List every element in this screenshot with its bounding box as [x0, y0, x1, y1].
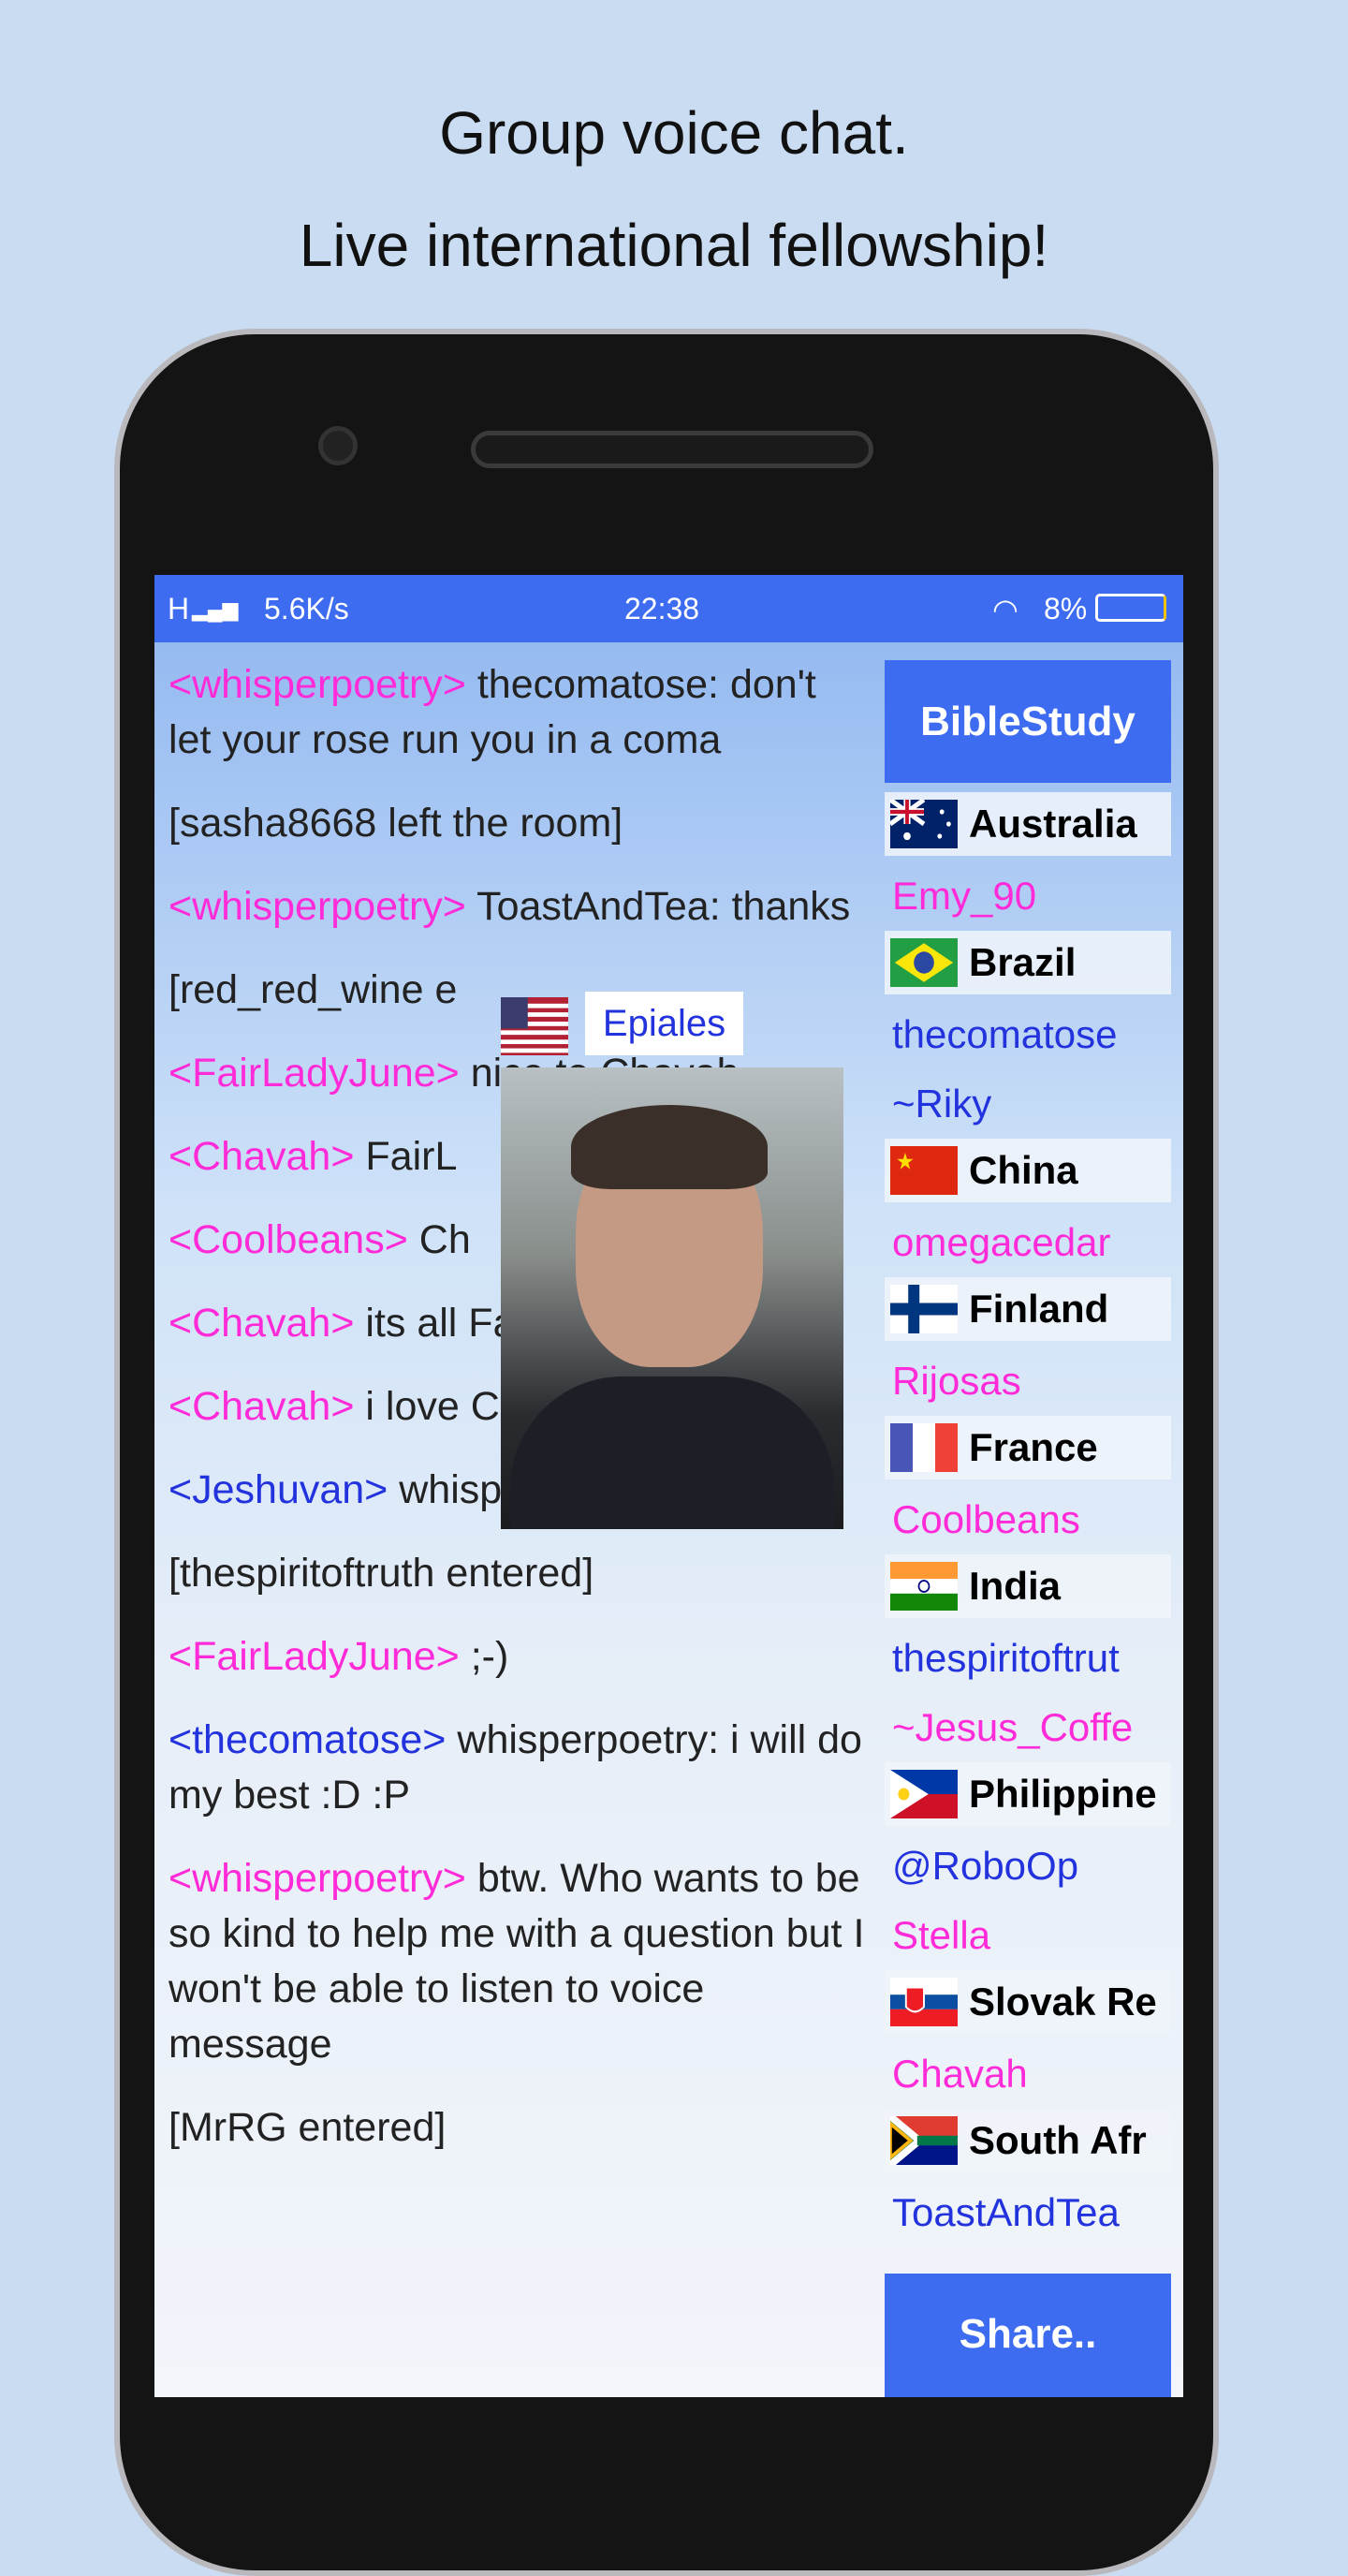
user-list-item[interactable]: ~Riky — [885, 1069, 1171, 1139]
app-screen: H ▂▄▆ 5.6K/s 22:38 ◠ 8% <whisperpoetry> … — [154, 575, 1183, 2397]
chat-nick[interactable]: <Coolbeans> — [168, 1217, 408, 1262]
camera-icon — [318, 426, 358, 465]
chat-text: [thespiritoftruth entered] — [168, 1551, 594, 1596]
user-list[interactable]: BibleStudy Australia Emy_90 Brazil thecomat… — [885, 660, 1171, 2247]
chat-nick[interactable]: <thecomatose> — [168, 1717, 446, 1762]
status-bar: H ▂▄▆ 5.6K/s 22:38 ◠ 8% — [154, 575, 1183, 642]
chat-message: <whisperpoetry> thecomatose: don't let y… — [168, 657, 866, 768]
user-list-item[interactable]: @RoboOp — [885, 1832, 1171, 1901]
svg-text:★: ★ — [897, 1152, 913, 1173]
country-header: Philippine — [885, 1762, 1171, 1826]
chat-nick[interactable]: <FairLadyJune> — [168, 1634, 460, 1679]
chat-text: Ch — [407, 1217, 471, 1262]
chat-message: <FairLadyJune> ;-) — [168, 1629, 866, 1685]
wifi-icon: ◠ — [992, 593, 1018, 626]
fi-flag-icon — [890, 1285, 958, 1333]
share-button[interactable]: Share.. — [885, 2274, 1171, 2397]
speaker-grille — [471, 431, 873, 468]
country-name: China — [969, 1148, 1078, 1192]
cn-flag-icon: ★ — [890, 1146, 958, 1195]
country-header: ★ China — [885, 1139, 1171, 1202]
chat-message: <whisperpoetry> btw. Who wants to be so … — [168, 1851, 866, 2072]
headline-2: Live international fellowship! — [299, 212, 1049, 279]
chat-nick[interactable]: <Chavah> — [168, 1301, 354, 1346]
chat-text: FairL — [354, 1134, 458, 1179]
user-list-item[interactable]: Rijosas — [885, 1347, 1171, 1416]
user-list-item[interactable]: Coolbeans — [885, 1485, 1171, 1554]
chat-nick[interactable]: <whisperpoetry> — [168, 884, 466, 929]
sk-flag-icon — [890, 1978, 958, 2026]
chat-nick[interactable]: <Chavah> — [168, 1134, 354, 1179]
za-flag-icon — [890, 2116, 958, 2165]
country-header: South Afr — [885, 2109, 1171, 2172]
chat-nick[interactable]: <FairLadyJune> — [168, 1051, 460, 1096]
country-header: Finland — [885, 1277, 1171, 1341]
chat-nick[interactable]: <whisperpoetry> — [168, 1856, 466, 1901]
user-list-item[interactable]: ToastAndTea — [885, 2178, 1171, 2247]
country-name: Finland — [969, 1287, 1109, 1331]
chat-text: [red_red_wine e — [168, 967, 458, 1012]
chat-message: <thecomatose> whisperpoetry: i will do m… — [168, 1713, 866, 1823]
room-title-button[interactable]: BibleStudy — [885, 660, 1171, 783]
country-name: France — [969, 1425, 1098, 1469]
fr-flag-icon — [890, 1423, 958, 1472]
in-flag-icon — [890, 1562, 958, 1611]
user-list-item[interactable]: omegacedar — [885, 1208, 1171, 1277]
country-header: India — [885, 1554, 1171, 1618]
user-list-item[interactable]: Chavah — [885, 2039, 1171, 2109]
country-name: Slovak Re — [969, 1980, 1157, 2024]
headline-1: Group voice chat. — [439, 99, 909, 167]
chat-nick[interactable]: <Chavah> — [168, 1384, 354, 1429]
country-header: Australia — [885, 792, 1171, 856]
chat-nick[interactable]: <whisperpoetry> — [168, 662, 466, 707]
user-list-item[interactable]: thecomatose — [885, 1000, 1171, 1069]
country-name: Australia — [969, 802, 1137, 846]
video-user-name[interactable]: Epiales — [585, 992, 743, 1055]
au-flag-icon — [890, 800, 958, 848]
usa-flag-icon — [501, 997, 568, 1055]
video-feed[interactable] — [501, 1067, 843, 1529]
user-list-item[interactable]: Stella — [885, 1901, 1171, 1970]
chat-nick[interactable]: <Jeshuvan> — [168, 1467, 388, 1512]
country-name: Philippine — [969, 1772, 1157, 1816]
country-name: Brazil — [969, 940, 1077, 984]
country-header: France — [885, 1416, 1171, 1479]
country-header: Brazil — [885, 931, 1171, 994]
network-speed: 5.6K/s — [264, 592, 349, 626]
clock: 22:38 — [624, 592, 700, 626]
chat-message: [thespiritoftruth entered] — [168, 1546, 866, 1601]
br-flag-icon — [890, 938, 958, 987]
chat-text: [sasha8668 left the room] — [168, 801, 623, 846]
battery-percent: 8% — [1044, 592, 1088, 626]
country-name: India — [969, 1564, 1062, 1608]
chat-message: [MrRG entered] — [168, 2100, 866, 2156]
user-list-item[interactable]: ~Jesus_Coffe — [885, 1693, 1171, 1762]
chat-message: [sasha8668 left the room] — [168, 796, 866, 851]
battery-icon — [1095, 594, 1166, 622]
user-list-item[interactable]: thespiritoftrut — [885, 1624, 1171, 1693]
user-list-item[interactable]: Emy_90 — [885, 861, 1171, 931]
chat-text: [MrRG entered] — [168, 2105, 447, 2150]
ph-flag-icon — [890, 1770, 958, 1818]
country-header: Slovak Re — [885, 1970, 1171, 2034]
chat-text: ;-) — [459, 1634, 509, 1679]
chat-message: <whisperpoetry> ToastAndTea: thanks — [168, 879, 866, 935]
country-name: South Afr — [969, 2118, 1147, 2162]
signal-icon: H — [168, 592, 190, 626]
chat-text: ToastAndTea: thanks — [465, 884, 851, 929]
signal-bars-icon: ▂▄▆ — [192, 597, 239, 621]
